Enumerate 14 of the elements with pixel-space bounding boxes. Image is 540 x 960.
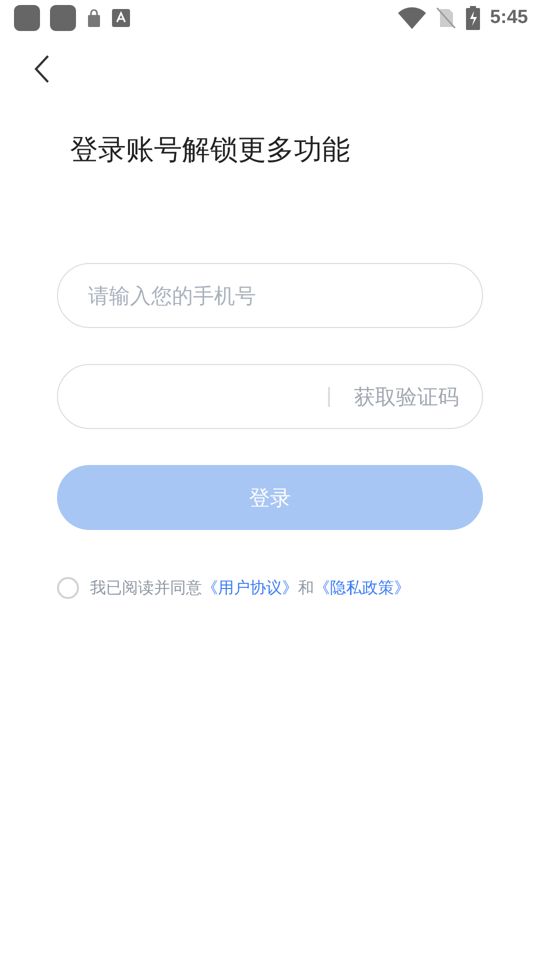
notification-icon — [14, 5, 40, 31]
no-sim-icon — [436, 7, 456, 29]
wifi-icon — [398, 7, 426, 29]
status-time: 5:45 — [490, 7, 528, 29]
keyboard-icon — [112, 9, 130, 27]
phone-input-field[interactable]: 请输入您的手机号 — [57, 263, 483, 328]
notification-icon — [50, 5, 76, 31]
agreement-text: 我已阅读并同意《用户协议》和《隐私政策》 — [90, 578, 410, 598]
get-code-button[interactable]: 获取验证码 — [354, 382, 459, 410]
agreement-link[interactable]: 《隐私政策》 — [314, 578, 410, 596]
page-title: 登录账号解锁更多功能 — [70, 132, 351, 168]
agreement-link[interactable]: 《用户协议》 — [202, 578, 298, 596]
battery-charging-icon — [466, 6, 480, 30]
agreement-checkbox[interactable] — [57, 577, 79, 599]
